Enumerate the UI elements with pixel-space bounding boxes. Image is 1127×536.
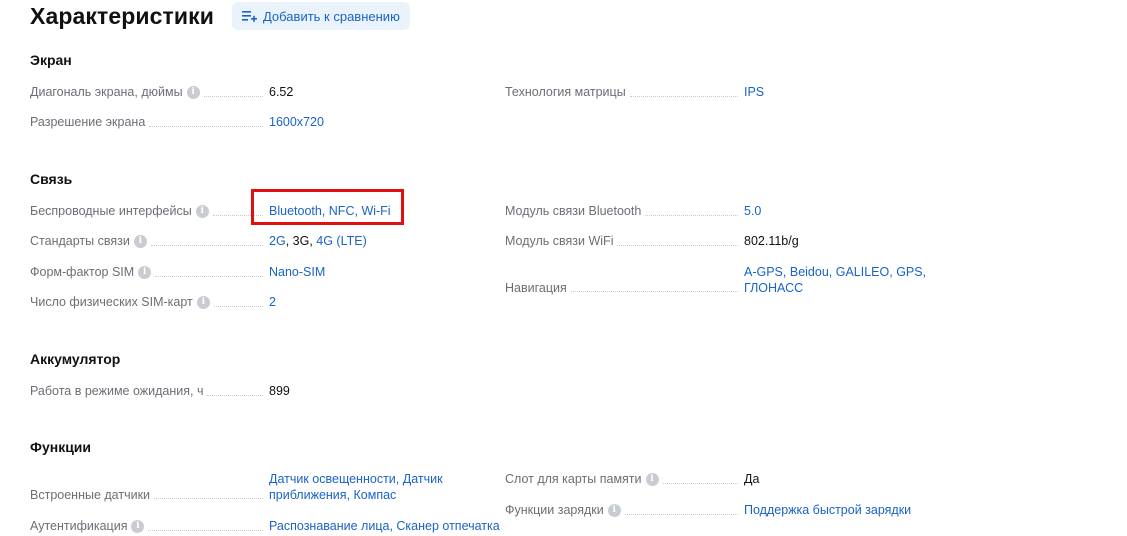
spec-value: Да	[744, 472, 760, 486]
spec-row-navigation: Навигация A-GPS, Beidou, GALILEO, GPS, Г…	[505, 265, 927, 295]
dotted-leader	[150, 245, 263, 246]
spec-row-standards: Стандарты связи i 2G, 3G, 4G (LTE)	[30, 234, 367, 248]
dotted-leader	[154, 498, 263, 499]
spec-value-link[interactable]: Датчик освещенности	[269, 472, 396, 486]
spec-value-link[interactable]: IPS	[744, 85, 764, 99]
dotted-leader	[645, 215, 738, 216]
add-to-compare-button[interactable]: Добавить к сравнению	[231, 2, 410, 30]
spec-value-link[interactable]: Wi-Fi	[361, 204, 390, 218]
spec-label: Разрешение экрана	[30, 115, 146, 129]
spec-value: 6.52	[269, 85, 294, 99]
spec-value-link[interactable]: GPS	[896, 265, 922, 279]
spec-value-link[interactable]: GALILEO	[836, 265, 890, 279]
spec-value: 899	[269, 384, 290, 398]
spec-value-link[interactable]: NFC	[329, 204, 355, 218]
dotted-leader	[629, 96, 738, 97]
spec-label: Аутентификация	[30, 519, 128, 533]
info-icon[interactable]: i	[138, 265, 152, 279]
spec-value-link[interactable]: Поддержка быстрой зарядки	[744, 503, 911, 517]
dotted-leader	[148, 530, 263, 531]
info-icon[interactable]: i	[186, 85, 200, 99]
spec-value-link[interactable]: 4G (LTE)	[316, 234, 366, 248]
add-to-compare-label: Добавить к сравнению	[262, 8, 400, 24]
spec-label: Стандарты связи	[30, 234, 130, 248]
info-icon[interactable]: i	[195, 204, 209, 218]
spec-value-link[interactable]: A-GPS	[744, 265, 783, 279]
spec-row-standby: Работа в режиме ожидания, ч 899	[30, 383, 290, 399]
spec-label: Работа в режиме ожидания, ч	[30, 384, 204, 398]
dotted-leader	[155, 276, 263, 277]
spec-row-wifi-module: Модуль связи WiFi 802.11b/g	[505, 233, 799, 249]
section-title-battery: Аккумулятор	[30, 351, 121, 367]
spec-row-auth: Аутентификация i Распознавание лица, Ска…	[30, 519, 500, 533]
dotted-leader	[624, 514, 738, 515]
spec-row-wireless: Беспроводные интерфейсы i Bluetooth, NFC…	[30, 204, 391, 218]
dotted-leader	[213, 306, 263, 307]
dotted-leader	[149, 126, 263, 127]
section-title-functions: Функции	[30, 439, 92, 455]
info-icon[interactable]: i	[131, 519, 145, 533]
spec-value-link[interactable]: 2G	[269, 234, 286, 248]
spec-row-bt-module: Модуль связи Bluetooth 5.0	[505, 203, 761, 219]
spec-label: Модуль связи WiFi	[505, 234, 614, 248]
spec-row-sim-form: Форм-фактор SIM i Nano-SIM	[30, 264, 325, 280]
spec-row-sensors: Встроенные датчики Датчик освещенности, …	[30, 472, 443, 502]
dotted-leader	[212, 215, 263, 216]
header: Характеристики Добавить к сравнению	[30, 2, 410, 30]
compare-list-icon	[241, 11, 257, 22]
spec-label: Форм-фактор SIM	[30, 265, 135, 279]
dotted-leader	[570, 291, 738, 292]
spec-row-matrix: Технология матрицы IPS	[505, 84, 764, 100]
spec-value-link[interactable]: Компас	[354, 488, 397, 502]
spec-value: 802.11b/g	[744, 234, 799, 248]
section-title-screen: Экран	[30, 52, 72, 68]
spec-row-diagonal: Диагональ экрана, дюймы i 6.52	[30, 84, 293, 100]
dotted-leader	[662, 483, 738, 484]
spec-value-link[interactable]: Bluetooth	[269, 204, 322, 218]
spec-label: Число физических SIM-карт	[30, 295, 193, 309]
spec-label: Встроенные датчики	[30, 488, 151, 502]
spec-label: Слот для карты памяти	[505, 472, 642, 486]
spec-row-card-slot: Слот для карты памяти i Да	[505, 471, 759, 487]
spec-value-link[interactable]: 1600x720	[269, 115, 324, 129]
spec-value: 3G	[292, 234, 310, 248]
spec-label: Технология матрицы	[505, 85, 626, 99]
dotted-leader	[207, 395, 263, 396]
spec-label: Диагональ экрана, дюймы	[30, 85, 183, 99]
spec-label: Функции зарядки	[505, 503, 604, 517]
spec-row-sim-count: Число физических SIM-карт i 2	[30, 294, 276, 310]
spec-label: Модуль связи Bluetooth	[505, 204, 642, 218]
spec-row-resolution: Разрешение экрана 1600x720	[30, 114, 324, 130]
spec-value-link[interactable]: Распознавание лица	[269, 519, 389, 533]
section-title-connectivity: Связь	[30, 171, 73, 187]
spec-row-charging: Функции зарядки i Поддержка быстрой заря…	[505, 502, 911, 518]
dotted-leader	[617, 245, 738, 246]
spec-label: Беспроводные интерфейсы	[30, 204, 192, 218]
page-title: Характеристики	[30, 2, 214, 29]
spec-value-link[interactable]: Nano-SIM	[269, 265, 325, 279]
info-icon[interactable]: i	[607, 503, 621, 517]
spec-value-link[interactable]: Beidou	[790, 265, 829, 279]
dotted-leader	[203, 96, 263, 97]
info-icon[interactable]: i	[133, 234, 147, 248]
spec-label: Навигация	[505, 281, 567, 295]
info-icon[interactable]: i	[645, 472, 659, 486]
spec-value-link[interactable]: ГЛОНАСС	[744, 281, 803, 295]
spec-value-link[interactable]: 2	[269, 295, 276, 309]
info-icon[interactable]: i	[196, 295, 210, 309]
spec-value-link[interactable]: 5.0	[744, 204, 761, 218]
spec-value-link[interactable]: Сканер отпечатка	[396, 519, 499, 533]
